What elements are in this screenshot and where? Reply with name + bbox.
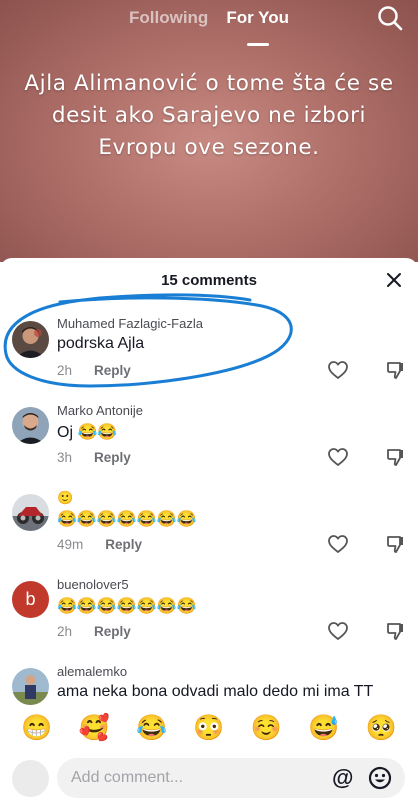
comment-time: 2h (57, 624, 73, 639)
dislike-icon[interactable] (385, 360, 405, 380)
emoji-grin-button[interactable]: 😁 (21, 714, 52, 743)
comment-text: 😂😂😂😂😂😂😂 (57, 511, 197, 528)
heart-icon[interactable] (327, 621, 349, 641)
mention-button[interactable]: @ (332, 767, 353, 789)
dislike-icon[interactable] (385, 621, 405, 641)
comment-item[interactable]: 🙂 😂😂😂😂😂😂😂 49m Reply (0, 490, 418, 576)
comment-username[interactable]: buenolover5 (57, 577, 129, 592)
comment-item[interactable]: Muhamed Fazlagic-Fazla podrska Ajla 2h Re… (0, 316, 418, 402)
emoji-smile-button[interactable]: ☺️ (251, 714, 282, 743)
heart-icon[interactable] (327, 447, 349, 467)
search-icon[interactable] (376, 4, 404, 32)
comment-time: 2h (57, 363, 73, 378)
video-background[interactable]: Following For You Ajla Alimanović o tome… (0, 0, 418, 262)
comment-text: Oj 😂😂 (57, 424, 118, 441)
dislike-icon[interactable] (385, 447, 405, 467)
emoji-picker-icon[interactable] (368, 766, 392, 790)
emoji-pleading-button[interactable]: 🥺 (366, 714, 397, 743)
comment-meta: 2h Reply (57, 624, 131, 639)
comment-text: ama neka bona odvadi malo dedo mi ima TT (57, 683, 374, 700)
comment-text: 😂😂😂😂😂😂😂 (57, 598, 197, 615)
dislike-icon[interactable] (385, 534, 405, 554)
avatar[interactable] (12, 494, 49, 531)
tab-for-you[interactable]: For You (226, 6, 289, 40)
reply-button[interactable]: Reply (94, 450, 131, 465)
emoji-flushed-button[interactable]: 😳 (193, 714, 224, 743)
heart-icon[interactable] (327, 360, 349, 380)
avatar[interactable] (12, 668, 49, 705)
comment-time: 49m (57, 537, 84, 552)
comment-text: podrska Ajla (57, 335, 145, 352)
avatar[interactable]: b (12, 581, 49, 618)
comment-item[interactable]: alemalemko ama neka bona odvadi malo ded… (0, 664, 418, 708)
comment-item[interactable]: Marko Antonije Oj 😂😂 3h Reply (0, 403, 418, 489)
heart-icon[interactable] (327, 534, 349, 554)
comment-input-bar: @ (0, 752, 418, 800)
tab-following[interactable]: Following (129, 6, 208, 40)
comment-username[interactable]: alemalemko (57, 664, 127, 679)
comment-item[interactable]: b buenolover5 😂😂😂😂😂😂😂 2h Reply (0, 577, 418, 663)
reply-button[interactable]: Reply (105, 537, 142, 552)
reply-button[interactable]: Reply (94, 363, 131, 378)
comment-meta: 2h Reply (57, 363, 131, 378)
avatar[interactable] (12, 407, 49, 444)
feed-tabs: Following For You (0, 6, 418, 40)
emoji-sweat-button[interactable]: 😅 (308, 714, 339, 743)
my-avatar[interactable] (12, 760, 49, 797)
emoji-laugh-button[interactable]: 😂 (136, 714, 167, 743)
video-caption-overlay: Ajla Alimanović o tome šta će se desit a… (24, 71, 394, 160)
comment-username[interactable]: 🙂 (57, 490, 73, 506)
close-icon[interactable] (384, 270, 404, 290)
comment-meta: 3h Reply (57, 450, 131, 465)
comment-username[interactable]: Marko Antonije (57, 403, 143, 418)
reply-button[interactable]: Reply (94, 624, 131, 639)
comment-time: 3h (57, 450, 73, 465)
avatar[interactable] (12, 321, 49, 358)
comment-username[interactable]: Muhamed Fazlagic-Fazla (57, 316, 203, 331)
comments-count-title: 15 comments (161, 272, 257, 289)
comment-meta: 49m Reply (57, 537, 142, 552)
emoji-quick-bar: 😁 🥰 😂 😳 ☺️ 😅 🥺 (0, 708, 418, 748)
comments-header: 15 comments (0, 258, 418, 304)
emoji-hearts-button[interactable]: 🥰 (79, 714, 110, 743)
